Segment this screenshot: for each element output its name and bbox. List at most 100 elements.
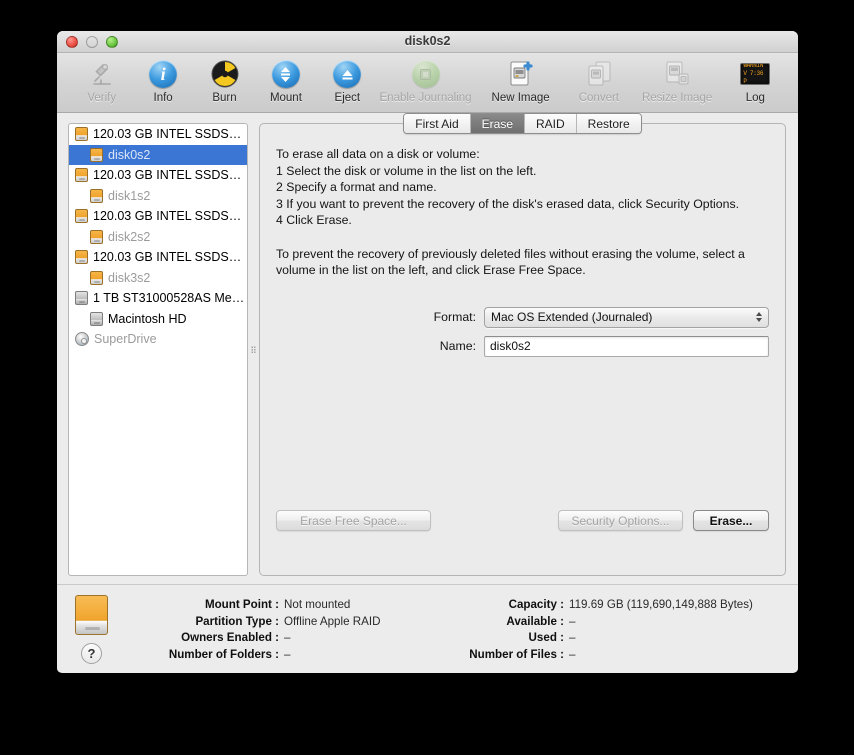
main-toolbar: Verify i Info Burn Mount Eject Enable Jo… — [57, 53, 798, 113]
disk-row-label: disk2s2 — [108, 229, 151, 244]
disk-row-superdrive[interactable]: SuperDrive — [69, 329, 247, 350]
toolbar-button-convert[interactable]: Convert — [568, 58, 629, 104]
instructions-step-3: 3 If you want to prevent the recovery of… — [276, 196, 740, 211]
toolbar-button-resize-image[interactable]: Resize Image — [630, 58, 725, 104]
disk-row-label: 120.03 GB INTEL SSDSA... — [93, 209, 247, 224]
name-row: Name: disk0s2 — [276, 335, 769, 357]
selected-disk-icon — [75, 595, 108, 635]
log-icon-line2: V 7:36 P — [743, 70, 764, 85]
window-titlebar: disk0s2 — [57, 31, 798, 53]
tab-erase[interactable]: Erase — [470, 114, 525, 133]
info-value: Not mounted — [284, 598, 351, 611]
tab-first-aid[interactable]: First Aid — [404, 114, 471, 133]
info-key: Used — [442, 630, 564, 647]
toolbar-label-log: Log — [745, 92, 765, 104]
disk-row[interactable]: 120.03 GB INTEL SSDSA... — [69, 165, 247, 186]
toolbar-label-verify: Verify — [87, 92, 117, 104]
content-area: 120.03 GB INTEL SSDSA... disk0s2 120.03 … — [57, 113, 798, 584]
info-key: Available — [442, 614, 564, 631]
info-key: Number of Files — [442, 647, 564, 664]
toolbar-button-mount[interactable]: Mount — [255, 58, 316, 104]
eject-icon — [333, 59, 362, 89]
help-button[interactable]: ? — [81, 643, 102, 664]
ssd-disk-icon — [90, 270, 103, 285]
toolbar-button-enable-journaling[interactable]: Enable Journaling — [378, 58, 473, 104]
disk-list-sidebar[interactable]: 120.03 GB INTEL SSDSA... disk0s2 120.03 … — [68, 123, 248, 576]
info-line-capacity: Capacity 119.69 GB (119,690,149,888 Bytes… — [442, 597, 753, 614]
log-icon-line1: WARNIN — [743, 63, 764, 69]
toolbar-button-info[interactable]: i Info — [132, 58, 193, 104]
info-icon: i — [149, 59, 178, 89]
disk-row-disk0s2[interactable]: disk0s2 — [69, 144, 247, 165]
info-value: – — [284, 647, 291, 661]
ssd-disk-icon — [75, 250, 88, 265]
security-options-button[interactable]: Security Options... — [558, 510, 683, 531]
disk-row[interactable]: 120.03 GB INTEL SSDSA... — [69, 124, 247, 145]
tab-raid[interactable]: RAID — [525, 114, 577, 133]
info-line-owners-enabled: Owners Enabled– — [157, 630, 380, 647]
hard-disk-icon — [75, 291, 88, 306]
info-value: – — [284, 631, 291, 644]
instructions-note-line-2: volume in the list on the left, and clic… — [276, 263, 586, 278]
toolbar-button-eject[interactable]: Eject — [317, 58, 378, 104]
disk-info-footer: ? Mount PointNot mounted Partition TypeO… — [57, 584, 798, 672]
toolbar-label-eject: Eject — [334, 92, 361, 104]
disk-row[interactable]: 120.03 GB INTEL SSDSA... — [69, 206, 247, 227]
tab-restore[interactable]: Restore — [576, 114, 641, 133]
disk-row-label: disk3s2 — [108, 270, 151, 285]
hard-disk-icon — [90, 311, 103, 326]
disk-row-label: disk0s2 — [108, 147, 151, 162]
toolbar-button-new-image[interactable]: New Image — [473, 58, 568, 104]
disk-row[interactable]: 1 TB ST31000528AS Media — [69, 288, 247, 309]
name-input[interactable]: disk0s2 — [484, 335, 769, 357]
erase-free-space-button[interactable]: Erase Free Space... — [276, 510, 431, 531]
disk-row-disk3s2[interactable]: disk3s2 — [69, 268, 247, 289]
format-select[interactable]: Mac OS Extended (Journaled) — [484, 306, 769, 328]
info-line-used: Used– — [442, 630, 753, 647]
info-value: Offline Apple RAID — [284, 614, 381, 628]
sidebar-splitter[interactable] — [248, 123, 259, 576]
disk-row-label: SuperDrive — [94, 332, 157, 347]
disk-row-label: 120.03 GB INTEL SSDSA... — [93, 127, 247, 142]
info-key: Number of Folders — [157, 647, 279, 664]
disk-row[interactable]: 120.03 GB INTEL SSDSA... — [69, 247, 247, 268]
toolbar-label-new-image: New Image — [491, 92, 550, 104]
disk-row-label: 1 TB ST31000528AS Media — [93, 291, 247, 306]
info-value: – — [569, 647, 576, 661]
erase-button[interactable]: Erase... — [693, 510, 769, 531]
disk-row-label: 120.03 GB INTEL SSDSA... — [93, 168, 247, 183]
toolbar-button-log[interactable]: WARNIN V 7:36 P Log — [725, 58, 786, 104]
info-key: Mount Point — [157, 597, 279, 614]
disk-row-label: disk1s2 — [108, 188, 151, 203]
format-select-value: Mac OS Extended (Journaled) — [491, 310, 653, 325]
erase-form: Format: Mac OS Extended (Journaled) Name… — [276, 306, 769, 357]
info-value: – — [569, 631, 576, 644]
info-key: Partition Type — [157, 614, 279, 631]
toolbar-label-mount: Mount — [269, 92, 302, 104]
info-line-number-of-files: Number of Files– — [442, 647, 753, 664]
disk-row-disk1s2[interactable]: disk1s2 — [69, 186, 247, 207]
disk-row-macintosh-hd[interactable]: Macintosh HD — [69, 309, 247, 330]
instructions-note-line-1: To prevent the recovery of previously de… — [276, 246, 745, 261]
info-line-available: Available– — [442, 614, 753, 631]
toolbar-button-verify[interactable]: Verify — [71, 58, 132, 104]
instructions-step-4: 4 Click Erase. — [276, 213, 352, 228]
instructions-step-1: 1 Select the disk or volume in the list … — [276, 163, 537, 178]
info-column-left: Mount Point Not mounted Partition Type Off… — [157, 597, 381, 664]
info-line-number-of-folders: Number of Folders– — [157, 647, 380, 664]
ssd-disk-icon — [75, 168, 88, 183]
info-key: Capacity — [442, 597, 564, 614]
erase-instructions: To erase all data on a disk or volume: 1… — [276, 146, 769, 279]
splitter-grip-icon — [251, 346, 256, 353]
ssd-disk-icon — [90, 147, 103, 162]
instructions-heading: To erase all data on a disk or volume: — [276, 147, 480, 161]
info-value: – — [569, 614, 576, 628]
toolbar-button-burn[interactable]: Burn — [194, 58, 255, 104]
toolbar-label-resize-image: Resize Image — [641, 92, 713, 104]
info-value: 119.69 GB (119,690,149,888 Bytes) — [569, 598, 753, 611]
toolbar-label-enable-journaling: Enable Journaling — [379, 92, 472, 104]
disk-row-disk2s2[interactable]: disk2s2 — [69, 227, 247, 248]
journaling-icon — [411, 59, 440, 89]
convert-icon — [584, 59, 614, 89]
disk-row-label: Macintosh HD — [108, 311, 187, 326]
